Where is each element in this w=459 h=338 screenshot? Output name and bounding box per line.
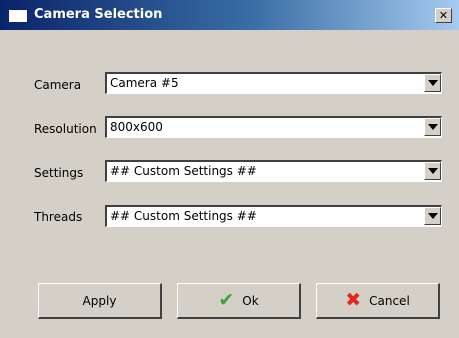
red-x-icon: ✖ — [345, 289, 362, 311]
settings-select[interactable]: ## Custom Settings ## — [105, 160, 442, 182]
threads-select-value: ## Custom Settings ## — [110, 209, 257, 223]
resolution-label: Resolution — [34, 122, 97, 136]
camera-select-value: Camera #5 — [110, 76, 179, 90]
chevron-down-icon[interactable] — [424, 207, 441, 225]
threads-select[interactable]: ## Custom Settings ## — [105, 205, 442, 227]
cancel-button[interactable]: ✖ Cancel — [316, 283, 440, 319]
chevron-down-icon[interactable] — [424, 74, 441, 92]
camera-selection-dialog: Camera Selection ✕ Camera Camera #5 Reso… — [0, 0, 459, 338]
chevron-down-icon[interactable] — [424, 118, 441, 136]
checkmark-icon: ✔ — [218, 289, 235, 311]
camera-select[interactable]: Camera #5 — [105, 72, 442, 94]
settings-label: Settings — [34, 166, 84, 180]
apply-button[interactable]: Apply — [38, 283, 162, 319]
chevron-down-icon[interactable] — [424, 162, 441, 180]
camera-label: Camera — [34, 78, 82, 92]
window-icon — [8, 9, 28, 23]
cancel-button-label: Cancel — [369, 293, 410, 308]
settings-select-value: ## Custom Settings ## — [110, 164, 257, 178]
close-button[interactable]: ✕ — [435, 8, 452, 23]
window-title: Camera Selection — [34, 7, 163, 22]
ok-button[interactable]: ✔ Ok — [177, 283, 301, 319]
resolution-select-value: 800x600 — [110, 120, 163, 134]
resolution-select[interactable]: 800x600 — [105, 116, 442, 138]
apply-button-label: Apply — [82, 293, 117, 308]
title-bar[interactable]: Camera Selection ✕ — [0, 0, 459, 30]
ok-button-label: Ok — [242, 293, 259, 308]
threads-label: Threads — [34, 210, 83, 224]
